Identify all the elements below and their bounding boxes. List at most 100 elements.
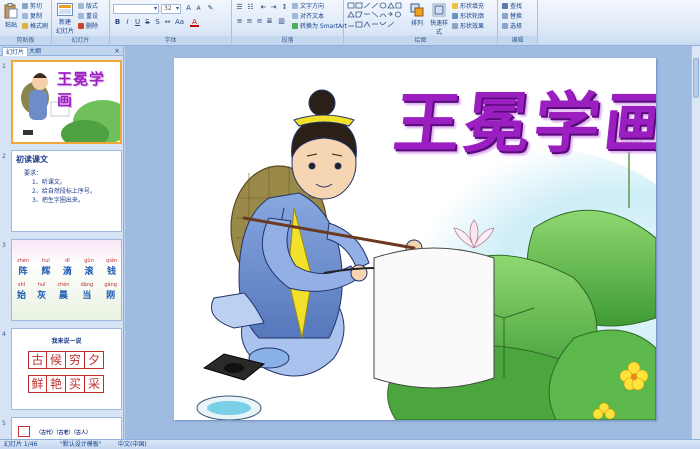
slide-thumbnail-4[interactable]: 我来说一说 古 候 穷 夕 鲜 艳 买 采 xyxy=(11,328,122,410)
reset-label: 重设 xyxy=(86,13,99,20)
bold-button[interactable]: B xyxy=(113,18,122,27)
slide-thumbnail-2[interactable]: 初读课文 要求： 1、听课文。 2、给自然段标上序号。 3、把生字圈出来。 xyxy=(11,150,122,232)
scrollbar-thumb[interactable] xyxy=(693,58,699,98)
align-text-icon xyxy=(292,13,298,19)
paste-icon xyxy=(4,3,18,19)
spacing-button[interactable]: ↔ xyxy=(163,18,172,27)
slide-thumbnail-5[interactable]: （古代）（古老）（古人） xyxy=(11,417,122,439)
slide-4-grid-row-2: 鲜 艳 买 采 xyxy=(28,375,104,393)
slide-thumbnail-3[interactable]: zhèn 阵 huī 辉 dī 滴 gǔn 滚 qián 钱 shǐ 始 huī 灰 chén… xyxy=(11,239,122,321)
cut-label: 剪切 xyxy=(30,3,43,10)
water-bowl-icon xyxy=(196,395,262,420)
hanzi: 当 xyxy=(82,291,92,301)
cut-button[interactable]: 剪切 xyxy=(22,2,42,11)
pinyin-card: dī 滴 xyxy=(63,258,72,277)
slide-thumbnail-1[interactable]: 王冕学画 xyxy=(11,60,122,144)
layout-button[interactable]: 版式 xyxy=(78,2,98,11)
paste-label: 粘贴 xyxy=(4,22,17,29)
copy-button[interactable]: 复制 xyxy=(22,12,42,21)
char-cell: 买 xyxy=(66,375,85,393)
slides-group: 新建 幻灯片 版式 重设 删除 幻灯片 xyxy=(52,0,110,46)
status-bar: 幻灯片 1/46 "默认设计模板" 中文(中国) xyxy=(0,439,700,449)
slide-3-row-1: zhèn 阵 huī 辉 dī 滴 gǔn 滚 qián 钱 xyxy=(17,258,117,277)
shapes-gallery[interactable] xyxy=(347,2,403,30)
shape-effects-button[interactable]: 形状效果 xyxy=(452,22,484,31)
new-slide-button[interactable]: 新建 幻灯片 xyxy=(55,3,75,35)
vertical-scrollbar[interactable] xyxy=(691,46,700,439)
language-status: 中文(中国) xyxy=(118,441,147,448)
close-panel-icon[interactable]: × xyxy=(114,46,120,56)
theme-name: "默认设计模板" xyxy=(60,441,102,448)
tab-outline[interactable]: 大纲 xyxy=(26,47,44,56)
font-size-combo[interactable]: 32 xyxy=(161,4,181,14)
font-color-button[interactable]: A xyxy=(190,18,199,27)
smartart-icon xyxy=(292,23,298,29)
strikethrough-button[interactable]: S xyxy=(143,18,152,27)
copy-icon xyxy=(22,13,28,19)
align-left-button[interactable]: ≡ xyxy=(235,17,244,26)
shadow-button[interactable]: S xyxy=(153,18,162,27)
format-painter-button[interactable]: 格式刷 xyxy=(22,22,48,31)
grow-font-button[interactable]: A xyxy=(184,4,193,13)
slide-2-item-1: 1、听课文。 xyxy=(32,179,66,186)
justify-button[interactable]: ≣ xyxy=(265,17,274,26)
delete-icon xyxy=(78,23,84,29)
decrease-indent-button[interactable]: ⇤ xyxy=(259,3,268,12)
hanzi: 灰 xyxy=(37,291,47,301)
text-direction-icon xyxy=(292,3,298,9)
replace-icon xyxy=(502,13,508,19)
paragraph-group-label: 段落 xyxy=(232,36,343,45)
slide-title[interactable]: 王冕学画 xyxy=(390,84,656,164)
shape-fill-button[interactable]: 形状填充 xyxy=(452,2,484,11)
current-slide[interactable]: 王冕学画 xyxy=(174,58,656,420)
align-text-button[interactable]: 对齐文本 xyxy=(292,12,324,21)
change-case-button[interactable]: Aa xyxy=(175,18,184,27)
bullets-button[interactable]: ☰ xyxy=(235,3,244,12)
reset-button[interactable]: 重设 xyxy=(78,12,98,21)
line-spacing-button[interactable]: ↕ xyxy=(280,3,289,12)
slides-group-label: 幻灯片 xyxy=(52,36,109,45)
slide-2-title: 初读课文 xyxy=(16,155,48,164)
clear-format-button[interactable]: ✎ xyxy=(206,4,215,13)
shrink-font-button[interactable]: A xyxy=(194,4,203,13)
clipboard-group-label: 剪贴板 xyxy=(0,36,51,45)
italic-button[interactable]: I xyxy=(123,18,132,27)
shape-outline-button[interactable]: 形状轮廓 xyxy=(452,12,484,21)
quick-styles-button[interactable]: 快速样式 xyxy=(428,3,450,36)
tab-slides[interactable]: 幻灯片 xyxy=(2,47,29,56)
arrange-button[interactable]: 排列 xyxy=(408,3,426,27)
delete-slide-button[interactable]: 删除 xyxy=(78,22,98,31)
hanzi: 晨 xyxy=(58,291,68,301)
columns-button[interactable]: ▥ xyxy=(277,17,286,26)
drawing-group: 排列 快速样式 形状填充 形状轮廓 形状效果 绘图 xyxy=(344,0,498,46)
smartart-button[interactable]: 转换为 SmartArt xyxy=(292,22,347,31)
pinyin-card: chén 晨 xyxy=(57,282,69,301)
increase-indent-button[interactable]: ⇥ xyxy=(269,3,278,12)
font-name-combo[interactable] xyxy=(113,4,159,14)
paste-button[interactable]: 粘贴 xyxy=(3,3,19,29)
cursor-icon xyxy=(502,23,508,29)
align-center-button[interactable]: ≡ xyxy=(245,17,254,26)
slide-4-title: 我来说一说 xyxy=(51,338,82,345)
delete-label: 删除 xyxy=(86,23,99,30)
numbering-button[interactable]: ☷ xyxy=(246,3,255,12)
pinyin-card: qián 钱 xyxy=(106,258,117,277)
slide-number-1: 1 xyxy=(2,63,6,70)
find-button[interactable]: 查找 xyxy=(502,2,522,11)
ribbon: 粘贴 剪切 复制 格式刷 剪贴板 新建幻灯片 版式 重设 删除 幻灯片 32 A… xyxy=(0,0,700,46)
slide-counter: 幻灯片 1/46 xyxy=(4,441,38,448)
align-right-button[interactable]: ≡ xyxy=(255,17,264,26)
editing-group: 查找 替换 选择 编辑 xyxy=(498,0,538,46)
slide-number-2: 2 xyxy=(2,153,6,160)
underline-button[interactable]: U xyxy=(133,18,142,27)
char-cell: 鲜 xyxy=(28,375,47,393)
text-direction-button[interactable]: 文字方向 xyxy=(292,2,324,11)
scissors-icon xyxy=(22,3,28,9)
char-cell: 艳 xyxy=(47,375,66,393)
slide-number-5: 5 xyxy=(2,420,6,427)
new-slide-label-2: 幻灯片 xyxy=(55,28,74,35)
select-button[interactable]: 选择 xyxy=(502,22,522,31)
fill-bucket-icon xyxy=(452,3,458,9)
replace-button[interactable]: 替换 xyxy=(502,12,522,21)
hanzi: 钱 xyxy=(107,267,117,277)
